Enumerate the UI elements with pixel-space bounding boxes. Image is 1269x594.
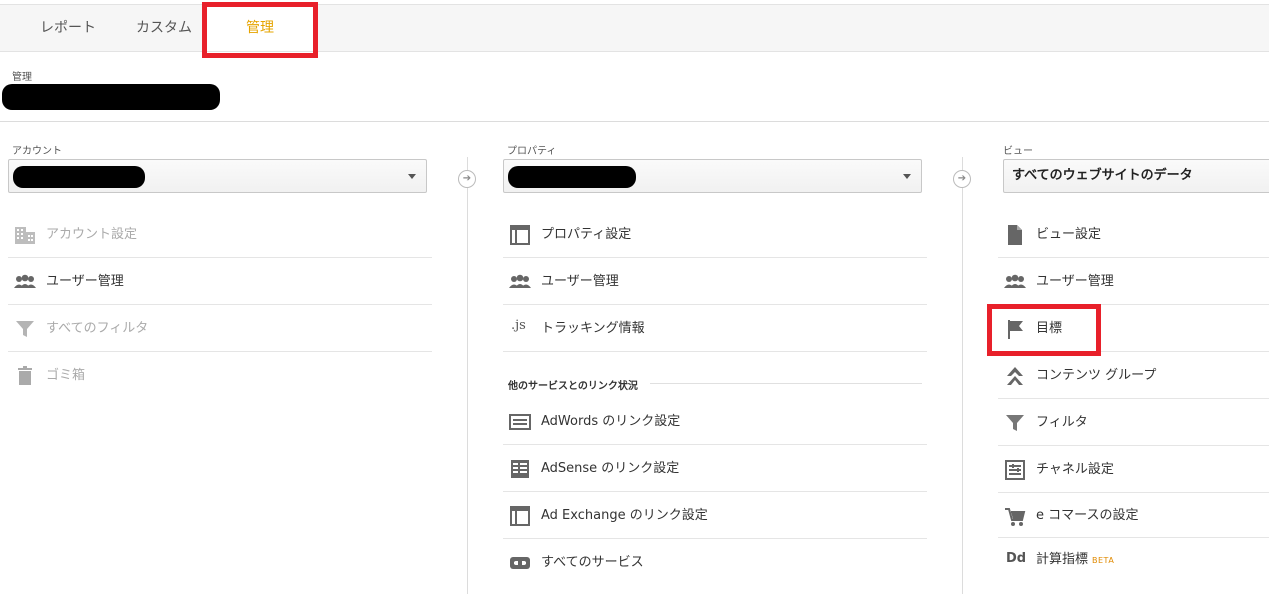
redacted-account-name — [2, 84, 220, 110]
adsense-link-item[interactable]: AdSense のリンク設定 — [503, 446, 927, 492]
account-column-label: アカウント — [12, 146, 62, 157]
account-user-management-label: ユーザー管理 — [46, 274, 124, 289]
property-select[interactable] — [503, 159, 922, 193]
tab-admin[interactable]: 管理 — [206, 5, 314, 51]
view-select[interactable]: すべてのウェブサイトのデータ — [1003, 159, 1269, 193]
channel-settings-label: チャネル設定 — [1036, 462, 1114, 477]
account-user-management-item[interactable]: ユーザー管理 — [8, 259, 432, 305]
view-column-label: ビュー — [1003, 146, 1033, 157]
all-filters-item[interactable]: すべてのフィルタ — [8, 306, 432, 352]
adsense-link-label: AdSense のリンク設定 — [541, 461, 680, 476]
filter-icon — [16, 321, 34, 337]
users-icon — [14, 274, 36, 288]
tab-reports[interactable]: レポート — [40, 5, 96, 51]
goals-label: 目標 — [1036, 321, 1063, 336]
adwords-icon — [509, 414, 531, 430]
content-grouping-label: コンテンツ グループ — [1036, 368, 1157, 383]
breadcrumb-label: 管理 — [12, 72, 32, 83]
property-settings-item[interactable]: プロパティ設定 — [503, 212, 927, 258]
filter-icon — [1006, 415, 1024, 431]
trash-icon — [18, 366, 32, 385]
tracking-info-item[interactable]: .js トラッキング情報 — [503, 306, 927, 352]
arrow-right-icon: ➔ — [458, 170, 476, 188]
js-icon: .js — [511, 318, 526, 333]
adwords-link-label: AdWords のリンク設定 — [541, 414, 681, 429]
window-icon — [510, 225, 530, 245]
document-icon — [1008, 225, 1022, 245]
view-select-value: すべてのウェブサイトのデータ — [1012, 168, 1193, 183]
view-user-management-label: ユーザー管理 — [1036, 274, 1114, 289]
top-tab-bar: レポート カスタム 管理 — [0, 4, 1269, 52]
flag-icon — [1008, 320, 1023, 339]
linked-services-section-title: 他のサービスとのリンク状況 — [508, 381, 638, 392]
users-icon — [509, 274, 531, 288]
property-settings-label: プロパティ設定 — [541, 227, 632, 242]
chevron-down-icon — [408, 174, 416, 179]
trash-item[interactable]: ゴミ箱 — [8, 353, 432, 399]
account-settings-item[interactable]: アカウント設定 — [8, 212, 432, 258]
ecommerce-settings-item[interactable]: e コマースの設定 — [998, 494, 1269, 538]
calculated-metrics-label: 計算指標 BETA — [1036, 538, 1114, 583]
arrow-right-icon: ➔ — [953, 170, 971, 188]
account-settings-label: アカウント設定 — [46, 227, 138, 242]
all-filters-label: すべてのフィルタ — [46, 321, 149, 336]
property-column-label: プロパティ — [507, 146, 557, 157]
dd-icon: Dd — [1006, 551, 1027, 566]
calculated-metrics-item[interactable]: Dd 計算指標 BETA — [998, 538, 1269, 582]
content-grouping-item[interactable]: コンテンツ グループ — [998, 353, 1269, 399]
view-settings-label: ビュー設定 — [1036, 227, 1102, 242]
adwords-link-item[interactable]: AdWords のリンク設定 — [503, 399, 927, 445]
calculated-metrics-text: 計算指標 — [1036, 552, 1089, 567]
header-divider — [0, 121, 1269, 122]
tab-custom[interactable]: カスタム — [136, 5, 192, 51]
view-filters-item[interactable]: フィルタ — [998, 400, 1269, 446]
section-rule — [650, 383, 922, 384]
link-icon — [510, 557, 530, 569]
channel-settings-item[interactable]: チャネル設定 — [998, 447, 1269, 493]
beta-badge: BETA — [1092, 556, 1115, 565]
view-user-management-item[interactable]: ユーザー管理 — [998, 259, 1269, 305]
channel-icon — [1005, 460, 1025, 480]
cart-icon — [1005, 508, 1026, 526]
view-settings-item[interactable]: ビュー設定 — [998, 212, 1269, 258]
redacted-account-select-value — [13, 166, 145, 188]
ad-exchange-link-item[interactable]: Ad Exchange のリンク設定 — [503, 493, 927, 539]
content-group-icon — [1007, 367, 1023, 385]
all-services-item[interactable]: すべてのサービス — [503, 540, 927, 586]
window-icon — [510, 506, 530, 526]
property-user-management-label: ユーザー管理 — [541, 274, 619, 289]
all-services-label: すべてのサービス — [541, 555, 644, 570]
trash-label: ゴミ箱 — [46, 368, 86, 383]
property-user-management-item[interactable]: ユーザー管理 — [503, 259, 927, 305]
ecommerce-settings-label: e コマースの設定 — [1036, 508, 1139, 523]
view-filters-label: フィルタ — [1036, 415, 1088, 430]
chevron-down-icon — [903, 174, 911, 179]
redacted-property-select-value — [508, 166, 636, 188]
users-icon — [1004, 274, 1026, 288]
ad-exchange-link-label: Ad Exchange のリンク設定 — [541, 508, 708, 523]
building-icon — [15, 227, 35, 244]
tracking-info-label: トラッキング情報 — [541, 321, 645, 336]
column-separator — [467, 157, 468, 594]
account-select[interactable] — [8, 159, 427, 193]
adsense-icon — [511, 460, 529, 478]
column-separator — [962, 157, 963, 594]
goals-item[interactable]: 目標 — [998, 306, 1269, 352]
